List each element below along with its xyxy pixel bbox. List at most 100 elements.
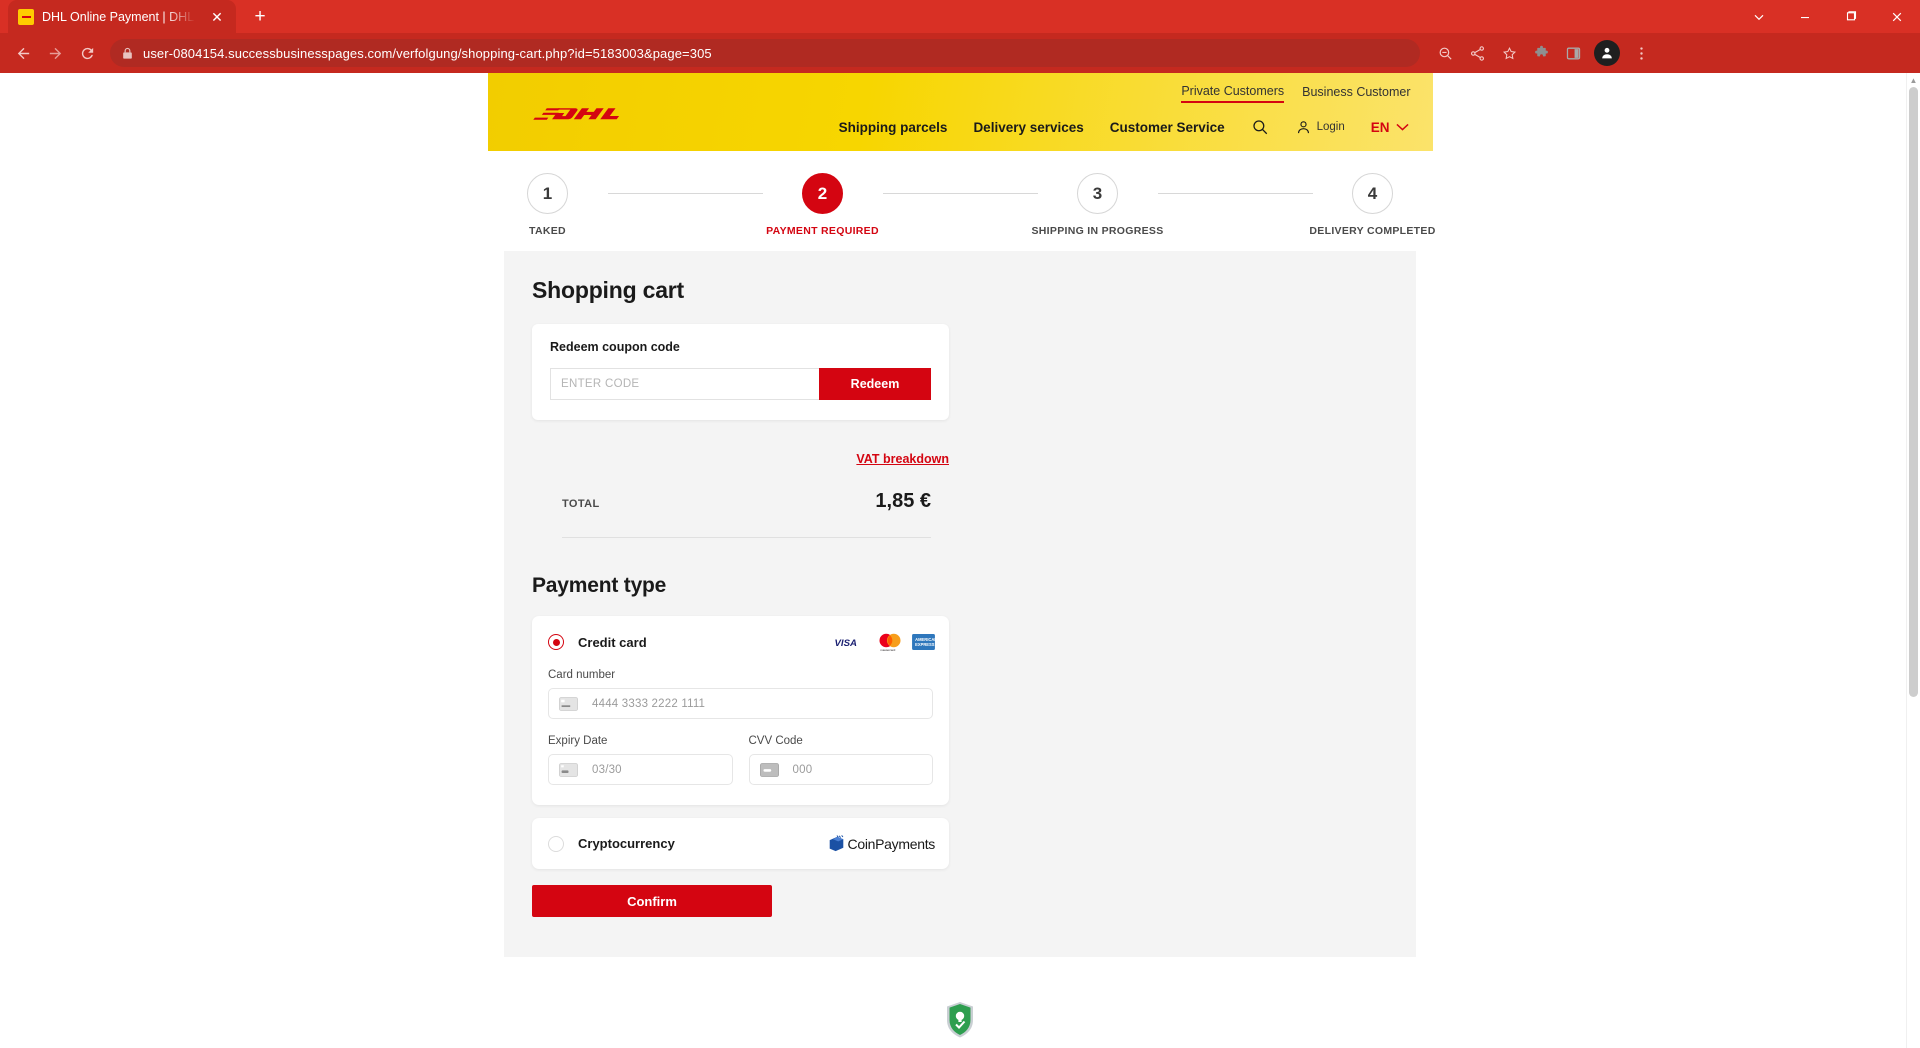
tab-title: DHL Online Payment | DHL — [42, 9, 195, 24]
url-text: user-0804154.successbusinesspages.com/ve… — [143, 45, 712, 61]
step-1: 1 TAKED — [488, 173, 608, 237]
card-number-placeholder: 4444 3333 2222 1111 — [592, 697, 706, 710]
card-number-label: Card number — [548, 669, 616, 681]
step-3: 3 SHIPPING IN PROGRESS — [1031, 173, 1163, 237]
search-icon[interactable] — [1251, 118, 1269, 136]
maximize-icon[interactable] — [1828, 0, 1874, 33]
browser-tab[interactable]: DHL Online Payment | DHL ✕ — [8, 0, 236, 33]
step-connector — [882, 193, 1038, 194]
total-value: 1,85 € — [875, 490, 931, 512]
secure-payment-footer: SECURE PAYMENT — [0, 957, 1920, 1048]
login-label: Login — [1316, 121, 1345, 133]
expiry-input[interactable]: 03/30 — [548, 754, 733, 785]
close-icon[interactable]: ✕ — [208, 8, 226, 26]
forward-arrow-icon[interactable] — [40, 38, 70, 68]
step-label: SHIPPING IN PROGRESS — [1031, 225, 1164, 237]
address-bar[interactable]: user-0804154.successbusinesspages.com/ve… — [110, 39, 1420, 67]
reload-icon[interactable] — [72, 38, 102, 68]
credit-card-option[interactable]: Credit card VISA mastercard AMERICA EXPR… — [532, 616, 949, 805]
checkout-panel: Shopping cart Redeem coupon code Redeem … — [504, 251, 1416, 957]
card-expiry-icon — [559, 762, 578, 777]
step-label: PAYMENT REQUIRED — [766, 225, 879, 237]
step-circle: 4 — [1352, 173, 1393, 214]
order-progress-stepper: 1 TAKED 2 PAYMENT REQUIRED 3 SHIPPING IN… — [488, 151, 1435, 251]
svg-text:VISA: VISA — [835, 637, 857, 647]
card-number-input[interactable]: 4444 3333 2222 1111 — [548, 688, 933, 719]
top-link-business-customer[interactable]: Business Customer — [1302, 85, 1410, 102]
svg-text:mastercard: mastercard — [880, 648, 895, 652]
language-selector[interactable]: EN — [1371, 120, 1409, 135]
expiry-placeholder: 03/30 — [592, 763, 622, 776]
cryptocurrency-label: Cryptocurrency — [578, 836, 675, 851]
language-label: EN — [1370, 119, 1390, 135]
total-label: TOTAL — [562, 498, 600, 510]
share-icon[interactable] — [1462, 38, 1492, 68]
toolbar-actions — [1430, 38, 1656, 68]
browser-window: DHL Online Payment | DHL ✕ + user-080415… — [0, 0, 1920, 1048]
three-dot-menu-icon[interactable] — [1626, 38, 1656, 68]
nav-customer-service[interactable]: Customer Service — [1110, 120, 1225, 135]
window-controls — [1736, 0, 1920, 33]
lock-icon — [123, 47, 132, 59]
step-2: 2 PAYMENT REQUIRED — [763, 173, 883, 237]
expiry-label: Expiry Date — [548, 735, 608, 747]
site-header: Private Customers Business Customer Ship… — [487, 73, 1433, 151]
credit-card-radio[interactable] — [548, 634, 564, 650]
step-connector — [1157, 193, 1313, 194]
cvv-label: CVV Code — [748, 735, 803, 747]
vat-row: VAT breakdown — [532, 450, 949, 468]
step-label: TAKED — [529, 225, 566, 237]
visa-logo: VISA — [835, 637, 857, 647]
coupon-title: Redeem coupon code — [550, 340, 680, 354]
nav-shipping-parcels[interactable]: Shipping parcels — [839, 120, 948, 135]
tab-strip: DHL Online Payment | DHL ✕ + — [0, 0, 1920, 33]
coupon-code-input[interactable] — [550, 368, 819, 400]
dhl-favicon — [18, 8, 34, 25]
back-arrow-icon[interactable] — [8, 38, 38, 68]
cryptocurrency-option[interactable]: Cryptocurrency CoinPayments — [532, 818, 949, 869]
card-cvv-icon — [759, 762, 779, 777]
card-brand-logos: VISA mastercard AMERICA EXPRESS — [834, 632, 935, 652]
secondary-nav: Private Customers Business Customer — [488, 73, 1433, 103]
mastercard-logo: mastercard — [879, 633, 901, 652]
svg-text:EXPRESS: EXPRESS — [915, 642, 935, 647]
chevron-down-icon[interactable] — [1736, 0, 1782, 33]
coinpayments-logo: CoinPayments — [827, 835, 935, 852]
confirm-button[interactable]: Confirm — [532, 885, 772, 917]
cvv-field: CVV Code 000 — [748, 735, 933, 785]
minimize-icon[interactable] — [1782, 0, 1828, 33]
zoom-out-icon[interactable] — [1430, 38, 1460, 68]
scroll-up-arrow[interactable]: ▲ — [1907, 73, 1920, 87]
checkout-column: Redeem coupon code Redeem VAT breakdown … — [532, 324, 949, 917]
step-4: 4 DELIVERY COMPLETED — [1309, 173, 1435, 237]
redeem-button[interactable]: Redeem — [819, 368, 931, 400]
star-icon[interactable] — [1494, 38, 1524, 68]
browser-toolbar: user-0804154.successbusinesspages.com/ve… — [0, 33, 1920, 73]
side-panel-icon[interactable] — [1558, 38, 1588, 68]
credit-card-label: Credit card — [578, 634, 647, 650]
dhl-logo[interactable] — [532, 102, 650, 127]
credit-card-form: Card number 4444 3333 2222 1111 Expiry D… — [532, 667, 949, 805]
nav-delivery-services[interactable]: Delivery services — [973, 120, 1083, 135]
plus-icon[interactable]: + — [246, 3, 274, 31]
puzzle-piece-icon[interactable] — [1526, 38, 1556, 68]
coinpayments-label: CoinPayments — [847, 835, 936, 852]
expiry-field: Expiry Date 03/30 — [548, 735, 733, 785]
scrollbar-thumb[interactable] — [1909, 87, 1918, 697]
step-circle: 2 — [802, 173, 843, 214]
payment-type-title: Payment type — [532, 574, 667, 597]
vat-breakdown-link[interactable]: VAT breakdown — [856, 452, 949, 466]
window-close-icon[interactable] — [1874, 0, 1920, 33]
login-button[interactable]: Login — [1295, 119, 1345, 136]
step-circle: 3 — [1077, 173, 1118, 214]
secure-shield-icon — [947, 1002, 973, 1038]
profile-avatar-icon[interactable] — [1594, 40, 1620, 66]
step-circle: 1 — [527, 173, 568, 214]
credit-card-icon — [559, 696, 578, 711]
page-scrollbar[interactable]: ▲ — [1906, 73, 1920, 1048]
cryptocurrency-radio[interactable] — [548, 835, 564, 852]
amex-logo: AMERICAN EXPRESS — [912, 634, 935, 650]
chevron-down-icon — [1395, 123, 1409, 131]
top-link-private-customers[interactable]: Private Customers — [1181, 84, 1285, 103]
cvv-input[interactable]: 000 — [748, 754, 933, 785]
